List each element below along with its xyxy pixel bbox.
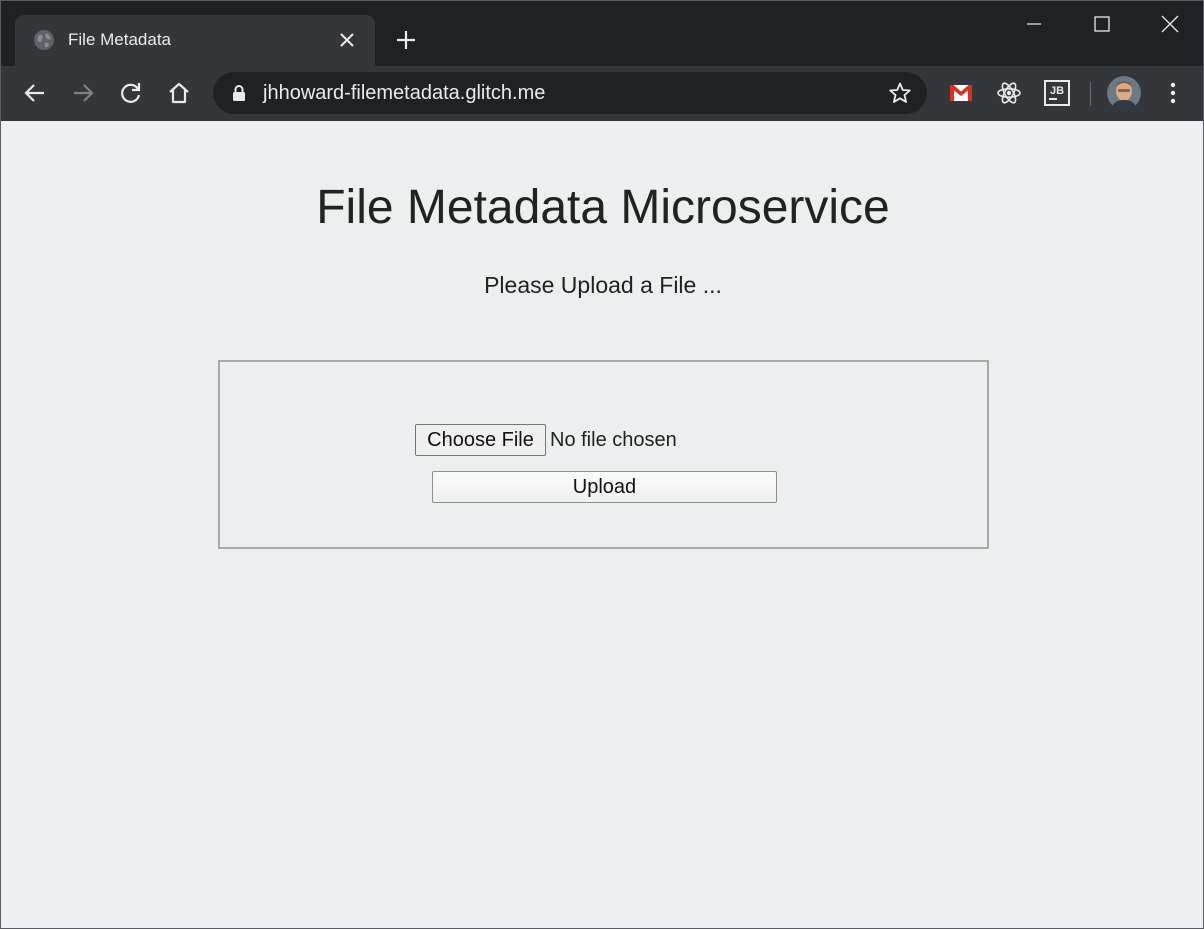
react-devtools-icon[interactable]	[995, 79, 1023, 107]
browser-tab[interactable]: File Metadata	[15, 15, 375, 66]
globe-icon	[34, 30, 54, 50]
upload-button[interactable]: Upload	[432, 471, 777, 503]
page-content: File Metadata Microservice Please Upload…	[1, 121, 1203, 928]
page-title: File Metadata Microservice	[316, 181, 890, 234]
close-icon[interactable]	[337, 30, 357, 50]
tab-strip: File Metadata	[1, 1, 1203, 66]
home-icon[interactable]	[165, 79, 193, 107]
page-subtitle: Please Upload a File ...	[484, 272, 722, 298]
browser-toolbar: jhhoward-filemetadata.glitch.me JB	[1, 66, 1203, 121]
url-text[interactable]: jhhoward-filemetadata.glitch.me	[263, 82, 545, 104]
tab-title: File Metadata	[68, 30, 171, 49]
forward-arrow-icon[interactable]	[69, 79, 97, 107]
lock-icon	[233, 85, 245, 101]
kebab-menu-icon[interactable]	[1159, 79, 1187, 107]
toolbar-separator	[1090, 82, 1091, 106]
back-arrow-icon[interactable]	[21, 79, 49, 107]
address-bar[interactable]: jhhoward-filemetadata.glitch.me	[213, 72, 927, 114]
upload-form: Choose File No file chosen Upload	[218, 360, 989, 549]
svg-text:JB: JB	[1050, 85, 1064, 97]
file-status-text: No file chosen	[550, 429, 677, 451]
reload-icon[interactable]	[117, 79, 145, 107]
gmail-icon[interactable]	[947, 79, 975, 107]
maximize-icon[interactable]	[1089, 11, 1115, 37]
choose-file-button[interactable]: Choose File	[415, 424, 546, 456]
star-icon[interactable]	[888, 81, 912, 105]
minimize-icon[interactable]	[1021, 11, 1047, 37]
browser-window: File Metadata jhhoward-filemetadata.glit…	[0, 0, 1204, 929]
avatar[interactable]	[1107, 76, 1141, 110]
plus-icon[interactable]	[395, 29, 417, 51]
jetbrains-icon[interactable]: JB	[1043, 79, 1071, 107]
window-close-icon[interactable]	[1157, 11, 1183, 37]
